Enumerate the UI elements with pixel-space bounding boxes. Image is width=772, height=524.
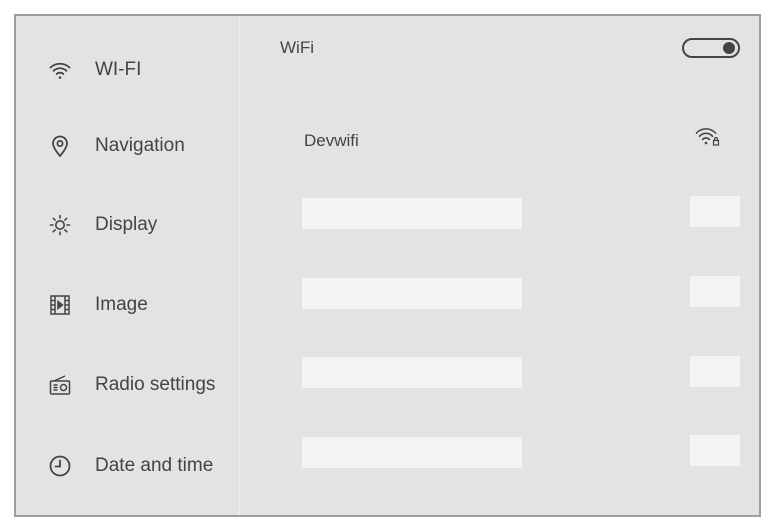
network-name-placeholder[interactable] (302, 198, 522, 229)
sidebar-item-date-and-time[interactable]: Date and time (16, 446, 240, 486)
network-signal-placeholder (690, 356, 740, 387)
network-signal-placeholder (690, 276, 740, 307)
page-title: WiFi (280, 38, 314, 57)
network-name[interactable]: Devwifi (304, 131, 359, 151)
wifi-icon (48, 58, 72, 82)
film-icon (48, 293, 72, 317)
network-name-placeholder[interactable] (302, 437, 522, 468)
settings-window: WI-FI Navigation Display Image Radio set… (14, 14, 761, 517)
network-name-placeholder[interactable] (302, 278, 522, 309)
toggle-knob (723, 42, 735, 54)
sidebar-item-label: Date and time (95, 455, 214, 476)
sidebar-item-label: Display (95, 214, 158, 235)
sidebar-item-label: Image (95, 294, 148, 315)
sidebar-item-radio-settings[interactable]: Radio settings (16, 365, 240, 405)
clock-icon (48, 454, 72, 478)
wifi-toggle[interactable] (682, 38, 740, 58)
sidebar-item-label: Navigation (95, 135, 185, 156)
sidebar: WI-FI Navigation Display Image Radio set… (16, 16, 240, 515)
sidebar-item-image[interactable]: Image (16, 285, 240, 325)
wifi-locked-icon (694, 124, 722, 148)
network-signal-placeholder (690, 435, 740, 466)
location-pin-icon (48, 134, 72, 158)
radio-icon (48, 373, 72, 397)
network-name-placeholder[interactable] (302, 357, 522, 388)
sidebar-item-label: Radio settings (95, 374, 216, 395)
sidebar-item-navigation[interactable]: Navigation (16, 126, 240, 166)
sidebar-item-label: WI-FI (95, 59, 142, 80)
sidebar-item-wifi[interactable]: WI-FI (16, 50, 240, 90)
wifi-panel: WiFi Devwifi (240, 16, 759, 515)
network-signal-placeholder (690, 196, 740, 227)
brightness-icon (48, 213, 72, 237)
sidebar-item-display[interactable]: Display (16, 205, 240, 245)
